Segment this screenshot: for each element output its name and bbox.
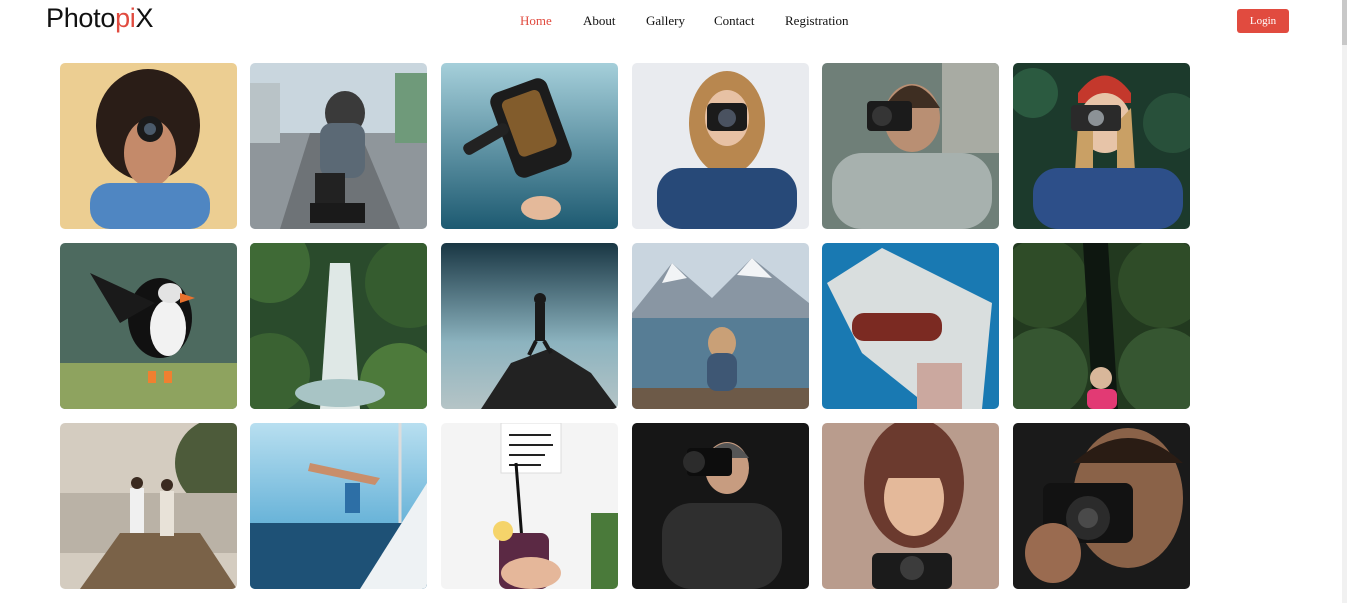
- photo-man-crouching-street: [250, 63, 427, 229]
- gallery-photo[interactable]: [250, 243, 427, 409]
- gallery-photo[interactable]: [441, 243, 618, 409]
- photo-woman-smiling-camera: [822, 423, 999, 589]
- gallery-photo[interactable]: [1013, 243, 1190, 409]
- gallery-photo[interactable]: [632, 423, 809, 589]
- photo-man-camera-closeup: [1013, 423, 1190, 589]
- gallery-photo[interactable]: [250, 423, 427, 589]
- photo-woman-camera-white-bg: [632, 63, 809, 229]
- photo-child-in-hedge: [1013, 243, 1190, 409]
- page-scrollbar[interactable]: [1342, 0, 1347, 603]
- gallery-photo[interactable]: [632, 63, 809, 229]
- photo-couple-on-pier: [60, 423, 237, 589]
- photo-forest-waterfall: [250, 243, 427, 409]
- gallery-photo[interactable]: [822, 243, 999, 409]
- photo-photographer-dark: [632, 423, 809, 589]
- photo-man-camera-outdoor: [822, 63, 999, 229]
- scrollbar-thumb[interactable]: [1342, 0, 1347, 45]
- gallery-photo[interactable]: [250, 63, 427, 229]
- photo-woman-camera-yellow-bg: [60, 63, 237, 229]
- gallery-photo[interactable]: [441, 63, 618, 229]
- photo-woman-lake-mountains: [632, 243, 809, 409]
- gallery-photo[interactable]: [60, 243, 237, 409]
- gallery-photo[interactable]: [60, 63, 237, 229]
- gallery-photo[interactable]: [441, 423, 618, 589]
- gallery-photo[interactable]: [1013, 423, 1190, 589]
- photo-gallery: [0, 0, 1340, 603]
- gallery-photo[interactable]: [632, 243, 809, 409]
- gallery-photo[interactable]: [822, 423, 999, 589]
- gallery-photo[interactable]: [1013, 63, 1190, 229]
- photo-underwater-camera: [441, 63, 618, 229]
- photo-puffin: [60, 243, 237, 409]
- photo-woman-red-beanie: [1013, 63, 1190, 229]
- photo-drink-with-note: [441, 423, 618, 589]
- gallery-photo[interactable]: [60, 423, 237, 589]
- photo-hiker-on-rock: [441, 243, 618, 409]
- photo-man-jumping-boat: [250, 423, 427, 589]
- photo-lace-blanket: [822, 243, 999, 409]
- gallery-photo[interactable]: [822, 63, 999, 229]
